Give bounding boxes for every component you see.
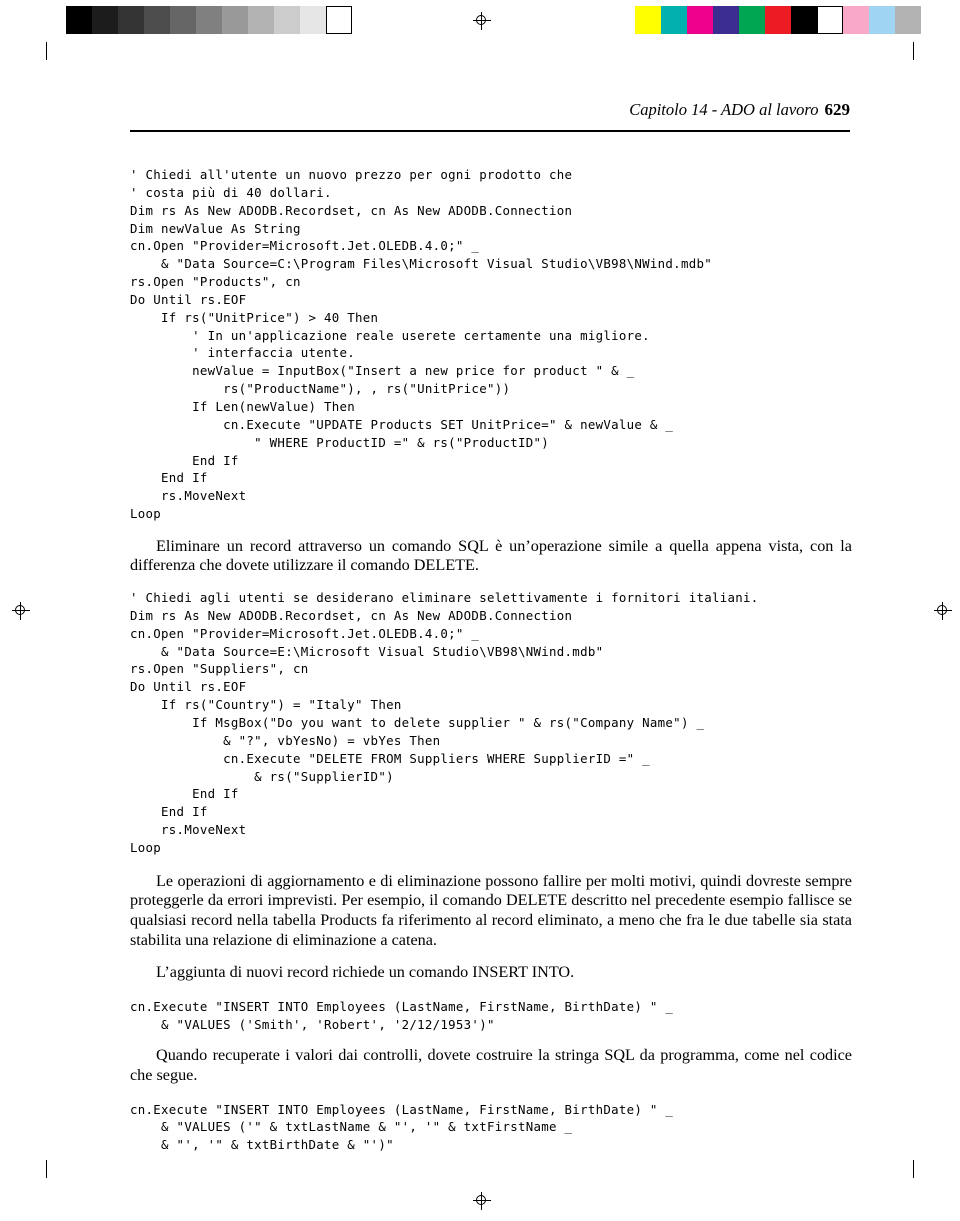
header-rule — [130, 130, 850, 132]
gray-swatch-9 — [300, 6, 326, 34]
page-number: 629 — [824, 100, 851, 119]
paragraph-2: Le operazioni di aggiornamento e di elim… — [130, 871, 852, 949]
gray-swatch-4 — [170, 6, 196, 34]
code-block-1: ' Chiedi all'utente un nuovo prezzo per … — [130, 167, 712, 522]
color-swatch-0 — [635, 6, 661, 34]
crop-tick-bottom-left — [46, 1160, 47, 1178]
crop-tick-top-right — [913, 42, 914, 60]
paragraph-1: Eliminare un record attraverso un comand… — [130, 536, 852, 575]
gray-swatch-8 — [274, 6, 300, 34]
gray-swatch-1 — [92, 6, 118, 34]
color-swatch-4 — [739, 6, 765, 34]
color-swatch-3 — [713, 6, 739, 34]
gray-swatch-3 — [144, 6, 170, 34]
code-block-3: cn.Execute "INSERT INTO Employees (LastN… — [130, 998, 674, 1032]
grayscale-calibration-bars — [66, 6, 352, 34]
gray-swatch-2 — [118, 6, 144, 34]
page-content: ' Chiedi all'utente un nuovo prezzo per … — [130, 166, 852, 1154]
gray-swatch-5 — [196, 6, 222, 34]
gray-swatch-10 — [326, 6, 352, 34]
color-swatch-10 — [895, 6, 921, 34]
color-swatch-1 — [661, 6, 687, 34]
registration-mark-bottom — [473, 1192, 491, 1210]
code-block-4: cn.Execute "INSERT INTO Employees (LastN… — [130, 1101, 674, 1153]
gray-swatch-7 — [248, 6, 274, 34]
registration-mark-top — [473, 12, 491, 30]
color-swatch-6 — [791, 6, 817, 34]
color-swatch-7 — [817, 6, 843, 34]
registration-mark-right — [934, 602, 952, 620]
color-swatch-5 — [765, 6, 791, 34]
color-swatch-8 — [843, 6, 869, 34]
gray-swatch-6 — [222, 6, 248, 34]
gray-swatch-0 — [66, 6, 92, 34]
color-swatch-9 — [869, 6, 895, 34]
chapter-title: Capitolo 14 - ADO al lavoro — [629, 100, 819, 119]
paragraph-3: L’aggiunta di nuovi record richiede un c… — [156, 963, 575, 982]
crop-tick-bottom-right — [913, 1160, 914, 1178]
color-calibration-bars — [635, 6, 921, 34]
color-swatch-2 — [687, 6, 713, 34]
paragraph-4: Quando recuperate i valori dai controlli… — [130, 1046, 852, 1084]
running-header: Capitolo 14 - ADO al lavoro 629 — [130, 100, 850, 120]
code-block-2: ' Chiedi agli utenti se desiderano elimi… — [130, 590, 759, 855]
crop-tick-top-left — [46, 42, 47, 60]
registration-mark-left — [12, 602, 30, 620]
